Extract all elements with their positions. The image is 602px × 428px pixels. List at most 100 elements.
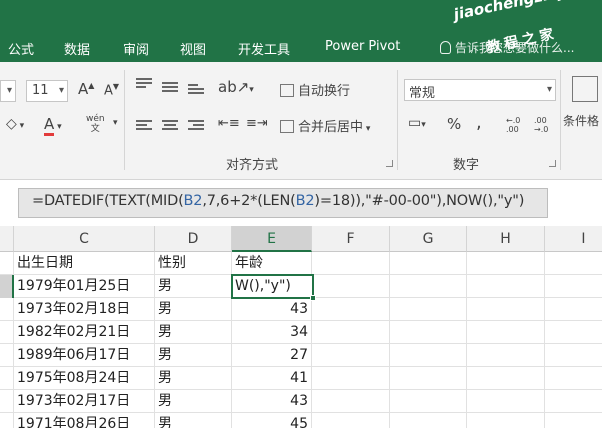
increase-indent-icon[interactable]: ≡⇥ [246,116,268,131]
conditional-formatting-label[interactable]: 条件格 [563,112,599,129]
empty-cell[interactable] [467,344,545,367]
empty-cell[interactable] [545,321,602,344]
empty-cell[interactable] [545,367,602,390]
column-header-i[interactable]: I [545,226,602,252]
tab-developer[interactable]: 开发工具 [238,39,290,58]
empty-cell[interactable] [312,367,390,390]
cell-c[interactable]: 1973年02月18日 [14,298,155,321]
chevron-down-icon[interactable]: ▾ [113,118,118,128]
empty-cell[interactable] [390,252,467,275]
shrink-font-button[interactable]: A▼ [104,82,119,98]
cell-c[interactable]: 1973年02月17日 [14,390,155,413]
row-stub[interactable] [0,367,14,390]
percent-button[interactable]: % [447,115,461,133]
cell-e[interactable]: 27 [232,344,312,367]
empty-cell[interactable] [390,344,467,367]
cell-e[interactable]: 41 [232,367,312,390]
empty-cell[interactable] [312,252,390,275]
cell-c[interactable]: 1979年01月25日 [14,275,155,298]
tab-formulas[interactable]: 公式 [8,39,34,58]
cell-c[interactable]: 1989年06月17日 [14,344,155,367]
column-header-c[interactable]: C [14,226,155,252]
cell-e[interactable]: 年龄 [232,252,312,275]
cell-e[interactable]: 43 [232,390,312,413]
empty-cell[interactable] [390,321,467,344]
empty-cell[interactable] [467,390,545,413]
wrap-text-button[interactable]: 自动换行 [280,80,350,99]
empty-cell[interactable] [467,252,545,275]
orientation-button[interactable]: ab↗▾ [218,78,254,96]
column-header-d[interactable]: D [155,226,232,252]
phonetic-button[interactable]: wén 文 [86,114,105,134]
column-header-partial[interactable] [0,226,14,252]
decrease-indent-icon[interactable]: ⇤≡ [218,116,240,131]
align-top-icon[interactable] [136,78,152,90]
empty-cell[interactable] [390,275,467,298]
column-header-h[interactable]: H [467,226,545,252]
font-size-dropdown[interactable]: 11 ▾ [26,80,68,102]
cell-d[interactable]: 男 [155,367,232,390]
cell-e[interactable]: 43 [232,298,312,321]
empty-cell[interactable] [312,298,390,321]
empty-cell[interactable] [545,413,602,428]
empty-cell[interactable] [545,298,602,321]
grow-font-button[interactable]: A▲ [78,80,94,98]
cell-d[interactable]: 男 [155,321,232,344]
empty-cell[interactable] [467,321,545,344]
empty-cell[interactable] [390,367,467,390]
align-right-icon[interactable] [188,120,204,132]
cell-e[interactable]: 45 [232,413,312,428]
empty-cell[interactable] [545,390,602,413]
empty-cell[interactable] [312,321,390,344]
tab-review[interactable]: 审阅 [123,39,149,58]
merge-center-button[interactable]: 合并后居中 ▾ [280,116,370,135]
row-stub[interactable] [0,413,14,428]
empty-cell[interactable] [312,413,390,428]
cell-e[interactable]: 34 [232,321,312,344]
empty-cell[interactable] [390,390,467,413]
empty-cell[interactable] [545,252,602,275]
column-header-e[interactable]: E [232,226,312,252]
conditional-formatting-icon[interactable] [572,76,598,102]
empty-cell[interactable] [467,367,545,390]
empty-cell[interactable] [390,298,467,321]
row-stub[interactable] [0,275,14,298]
column-header-g[interactable]: G [390,226,467,252]
number-format-dropdown[interactable]: 常规 ▾ [404,79,556,101]
empty-cell[interactable] [467,413,545,428]
tab-data[interactable]: 数据 [64,39,90,58]
fill-handle[interactable] [310,295,316,301]
cell-c[interactable]: 1982年02月21日 [14,321,155,344]
empty-cell[interactable] [467,298,545,321]
number-launcher-icon[interactable] [549,160,556,167]
font-name-dropdown[interactable]: ▾ [0,80,16,102]
tab-power-pivot[interactable]: Power Pivot [325,39,400,54]
fill-color-button[interactable]: ◇ ▾ [6,116,24,132]
align-bottom-icon[interactable] [188,84,204,96]
column-header-f[interactable]: F [312,226,390,252]
empty-cell[interactable] [312,344,390,367]
cell-d[interactable]: 男 [155,298,232,321]
row-stub[interactable] [0,390,14,413]
row-stub[interactable] [0,344,14,367]
comma-button[interactable]: , [476,112,482,133]
accounting-format-button[interactable]: ▭▾ [408,115,426,131]
cell-c[interactable]: 出生日期 [14,252,155,275]
cell-d[interactable]: 性别 [155,252,232,275]
increase-decimal-button[interactable]: ←.0 .00 [506,116,530,134]
align-left-icon[interactable] [136,120,152,132]
cell-d[interactable]: 男 [155,344,232,367]
alignment-launcher-icon[interactable] [386,160,393,167]
row-stub[interactable] [0,321,14,344]
cell-e[interactable]: W(),"y") [232,275,312,298]
row-stub[interactable] [0,252,14,275]
align-middle-icon[interactable] [162,82,178,94]
font-color-button[interactable]: A ▾ [44,115,62,136]
cell-d[interactable]: 男 [155,275,232,298]
empty-cell[interactable] [545,344,602,367]
cell-c[interactable]: 1975年08月24日 [14,367,155,390]
tab-view[interactable]: 视图 [180,39,206,58]
cell-d[interactable]: 男 [155,413,232,428]
empty-cell[interactable] [390,413,467,428]
empty-cell[interactable] [545,275,602,298]
